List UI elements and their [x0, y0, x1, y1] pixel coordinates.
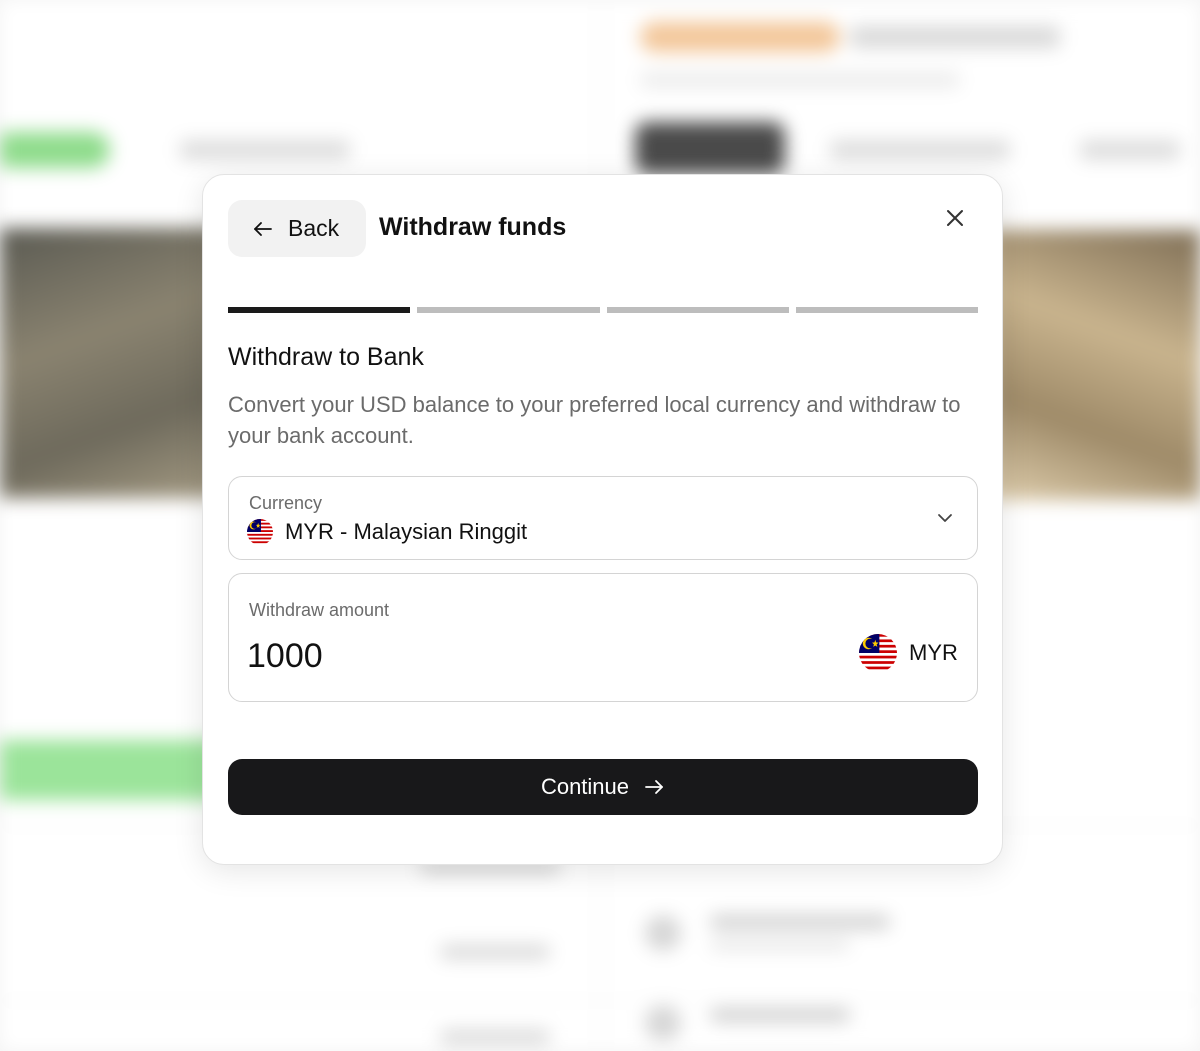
bg-image	[0, 228, 220, 498]
currency-label: Currency	[249, 493, 323, 513]
back-button[interactable]: Back	[228, 200, 366, 257]
malaysia-flag-icon	[247, 519, 273, 545]
close-button[interactable]	[945, 206, 965, 234]
bg-image	[990, 230, 1200, 500]
bg-title	[850, 26, 1060, 48]
bg-green-bar	[0, 740, 220, 800]
bg-text-line	[710, 915, 890, 929]
bg-avatar	[645, 1005, 681, 1041]
arrow-right-icon	[643, 776, 665, 798]
continue-button[interactable]: Continue	[228, 759, 978, 815]
section-description: Convert your USD balance to your preferr…	[228, 392, 961, 448]
bg-text-line	[710, 940, 850, 950]
bg-separator	[0, 1000, 1200, 1001]
continue-button-label: Continue	[540, 774, 630, 799]
bg-tab-active	[0, 132, 110, 168]
withdraw-modal: Back Withdraw funds Withdraw to Bank Con…	[202, 174, 1003, 865]
withdraw-amount-field: Withdraw amount 1000 MYR	[228, 573, 978, 702]
bg-subtitle	[640, 72, 960, 88]
currency-selected-value: MYR - Malaysian Ringgit	[247, 519, 527, 545]
step-indicator-2	[417, 307, 600, 313]
currency-select[interactable]: Currency MYR - Malaysian Ringgit	[228, 476, 978, 560]
back-button-label: Back	[288, 215, 340, 241]
bg-text-line	[440, 945, 550, 959]
bg-tab-dark	[635, 122, 785, 174]
bg-tab	[1080, 140, 1180, 160]
bg-badge	[640, 22, 840, 52]
step-indicator-4	[795, 307, 978, 313]
withdraw-amount-label: Withdraw amount	[249, 600, 390, 620]
modal-title: Withdraw funds	[379, 213, 567, 241]
amount-currency-code: MYR	[909, 640, 958, 665]
withdraw-amount-input[interactable]	[247, 634, 807, 678]
bg-avatar	[645, 915, 681, 951]
arrow-left-icon	[252, 218, 274, 240]
bg-tab	[180, 140, 350, 160]
section-title: Withdraw to Bank	[228, 343, 424, 371]
bg-tab	[830, 140, 1010, 160]
chevron-down-icon	[934, 507, 956, 529]
step-progress	[228, 307, 978, 313]
amount-currency-indicator: MYR	[859, 634, 958, 672]
bg-text-line	[710, 1008, 850, 1022]
step-indicator-1	[228, 307, 411, 313]
bg-text-line	[440, 1030, 550, 1044]
currency-value-text: MYR - Malaysian Ringgit	[285, 519, 528, 544]
step-indicator-3	[606, 307, 789, 313]
malaysia-flag-icon	[859, 634, 897, 672]
close-icon	[945, 208, 965, 233]
